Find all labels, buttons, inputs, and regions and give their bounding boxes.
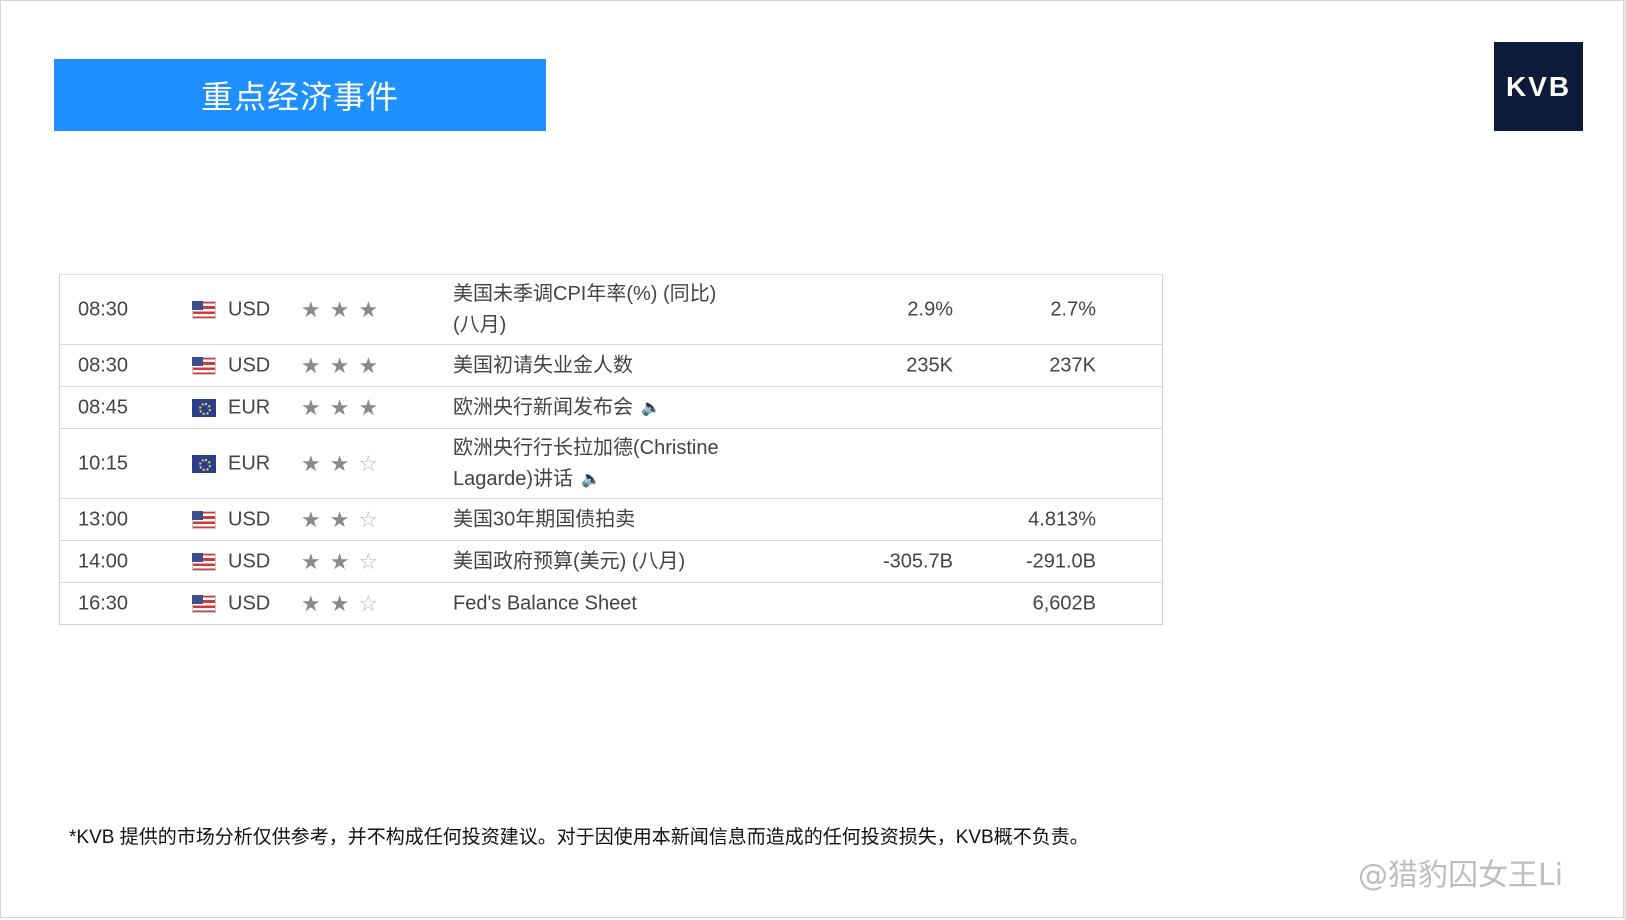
calendar-row[interactable]: 16:30 USD ★ ★ ☆ Fed's Balance Sheet 6,602B <box>60 583 1162 624</box>
star-filled-icon: ★ <box>329 296 350 322</box>
importance-stars: ★ ★ ☆ <box>301 506 379 532</box>
event-name-line1: Fed's Balance Sheet <box>453 592 637 614</box>
importance-stars: ★ ★ ★ <box>301 352 379 378</box>
star-filled-icon: ★ <box>358 296 379 322</box>
section-title: 重点经济事件 <box>200 79 399 115</box>
importance-stars: ★ ★ ☆ <box>301 548 379 574</box>
currency-code: EUR <box>228 452 271 474</box>
event-name: 美国政府预算(美元) (八月) <box>453 546 753 577</box>
speaker-icon[interactable]: 🔈 <box>581 464 601 495</box>
section-title-banner: 重点经济事件 <box>54 59 546 131</box>
star-filled-icon: ★ <box>329 506 350 532</box>
currency-code: USD <box>228 508 271 530</box>
event-name-line1: 美国政府预算(美元) (八月) <box>453 550 686 572</box>
importance-stars: ★ ★ ☆ <box>301 450 379 476</box>
event-name: 美国初请失业金人数 <box>453 350 753 381</box>
us-flag-icon <box>192 594 216 613</box>
eu-flag-icon <box>192 454 216 473</box>
calendar-row[interactable]: 08:45 EUR ★ ★ ★ 欧洲央行新闻发布会 🔈 <box>60 387 1162 429</box>
importance-stars: ★ ★ ★ <box>301 296 379 322</box>
star-filled-icon: ★ <box>301 548 321 574</box>
previous-value: 235K <box>906 354 953 376</box>
economic-calendar-table: 08:30 USD ★ ★ ★ 美国未季调CPI年率(%) (同比) (八月) 2.9% 2.7… <box>59 274 1163 625</box>
event-time: 16:30 <box>78 592 129 614</box>
event-name: 欧洲央行新闻发布会 🔈 <box>453 392 753 423</box>
eu-flag-icon <box>192 398 216 417</box>
logo-text: KVB <box>1505 70 1572 102</box>
event-name-line1: 欧洲央行行长拉加德(Christine <box>453 436 719 459</box>
star-empty-icon: ☆ <box>358 590 379 616</box>
importance-stars: ★ ★ ★ <box>301 394 379 420</box>
star-filled-icon: ★ <box>301 506 321 532</box>
forecast-value: 4.813% <box>1028 508 1096 530</box>
event-time: 08:45 <box>78 396 129 418</box>
star-empty-icon: ☆ <box>358 506 379 532</box>
star-filled-icon: ★ <box>301 394 321 420</box>
calendar-row[interactable]: 10:15 EUR ★ ★ ☆ 欧洲央行行长拉加德(Christine Lagarde)讲话… <box>60 429 1162 499</box>
importance-stars: ★ ★ ☆ <box>301 590 379 616</box>
us-flag-icon <box>192 552 216 571</box>
star-filled-icon: ★ <box>329 394 350 420</box>
disclaimer-text: *KVB 提供的市场分析仅供参考，并不构成任何投资建议。对于因使用本新闻信息而造… <box>69 827 1089 848</box>
event-time: 08:30 <box>78 354 129 376</box>
star-filled-icon: ★ <box>329 548 350 574</box>
star-empty-icon: ☆ <box>358 450 379 476</box>
event-time: 08:30 <box>78 298 129 320</box>
event-name: Fed's Balance Sheet <box>453 588 753 619</box>
event-name-line1: 美国未季调CPI年率(%) (同比) <box>453 282 717 305</box>
forecast-value: 237K <box>1049 354 1096 376</box>
us-flag-icon <box>192 510 216 529</box>
us-flag-icon <box>192 300 216 319</box>
watermark-text: @猎豹囚女王Li <box>1358 858 1564 893</box>
event-name: 美国30年期国债拍卖 <box>453 504 753 535</box>
forecast-value: 2.7% <box>1050 298 1096 320</box>
calendar-row[interactable]: 13:00 USD ★ ★ ☆ 美国30年期国债拍卖 4.813% <box>60 499 1162 541</box>
star-filled-icon: ★ <box>301 450 321 476</box>
calendar-row[interactable]: 14:00 USD ★ ★ ☆ 美国政府预算(美元) (八月) -305.7B -291.0B <box>60 541 1162 583</box>
event-name-line2: (八月) <box>453 313 507 336</box>
star-filled-icon: ★ <box>329 450 350 476</box>
event-name-line1: 欧洲央行新闻发布会 <box>453 395 633 418</box>
event-name-line1: 美国初请失业金人数 <box>453 354 633 376</box>
calendar-row[interactable]: 08:30 USD ★ ★ ★ 美国初请失业金人数 235K 237K <box>60 345 1162 387</box>
previous-value: 2.9% <box>907 298 953 320</box>
star-filled-icon: ★ <box>329 352 350 378</box>
event-time: 14:00 <box>78 550 129 572</box>
previous-value: -305.7B <box>882 550 953 572</box>
currency-code: EUR <box>228 396 271 418</box>
currency-code: USD <box>228 354 271 376</box>
event-time: 13:00 <box>78 508 129 530</box>
currency-code: USD <box>228 550 271 572</box>
event-name-line1: 美国30年期国债拍卖 <box>453 508 636 530</box>
star-filled-icon: ★ <box>301 590 321 616</box>
speaker-icon[interactable]: 🔈 <box>641 392 661 423</box>
forecast-value: 6,602B <box>1032 592 1096 614</box>
star-filled-icon: ★ <box>301 296 321 322</box>
star-filled-icon: ★ <box>301 352 321 378</box>
star-filled-icon: ★ <box>358 352 379 378</box>
us-flag-icon <box>192 356 216 375</box>
star-filled-icon: ★ <box>329 590 350 616</box>
currency-code: USD <box>228 298 271 320</box>
currency-code: USD <box>228 592 271 614</box>
forecast-value: -291.0B <box>1025 550 1096 572</box>
event-name: 欧洲央行行长拉加德(Christine Lagarde)讲话 🔈 <box>453 432 753 494</box>
star-filled-icon: ★ <box>358 394 379 420</box>
star-empty-icon: ☆ <box>358 548 379 574</box>
event-time: 10:15 <box>78 452 129 474</box>
event-name-line2: Lagarde)讲话 <box>453 467 574 490</box>
watermark: @猎豹囚女王Li <box>1358 850 1563 894</box>
calendar-row[interactable]: 08:30 USD ★ ★ ★ 美国未季调CPI年率(%) (同比) (八月) 2.9% 2.7… <box>60 275 1162 345</box>
kvb-logo: KVB <box>1494 42 1583 131</box>
event-name: 美国未季调CPI年率(%) (同比) (八月) <box>453 279 753 341</box>
